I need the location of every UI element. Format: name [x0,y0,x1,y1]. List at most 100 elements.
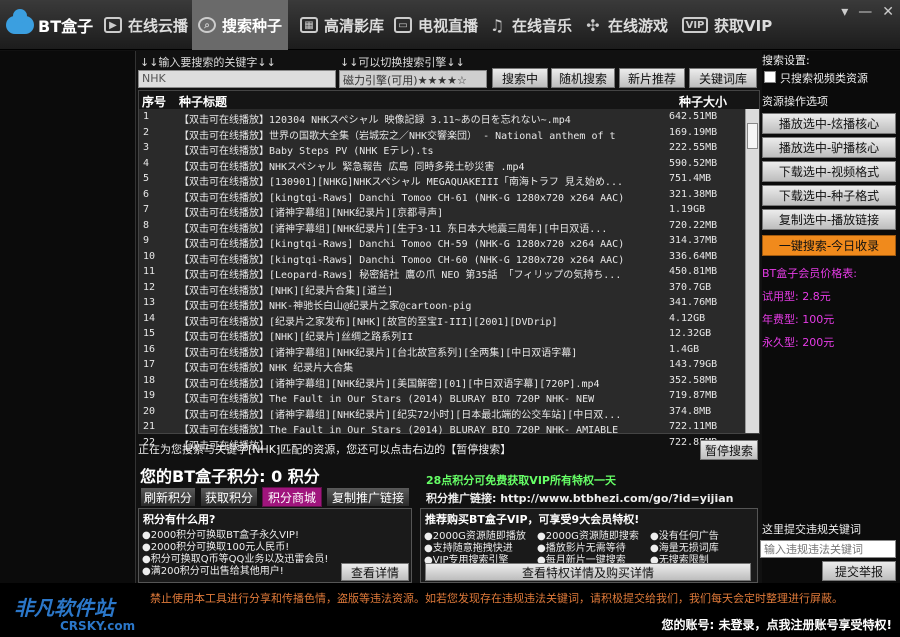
top-nav-bar: BT盒子 ▶ 在线云播 ⌕ 搜索种子 ▦ 高清影库 ▭ 电视直播 ♫ 在线音乐 ✣ 在线游戏… [0,0,900,50]
row-no: 13 [143,297,156,308]
random-search-button[interactable]: 随机搜索 [551,68,615,88]
close-icon[interactable]: ✕ [882,4,894,20]
download-video-button[interactable]: 下载选中-视频格式 [762,161,896,182]
table-row[interactable]: 7 【双击可在线播放】[诸神字幕组][NHK纪录片][京都寻声] 1.19GB [139,203,743,219]
table-row[interactable]: 19 【双击可在线播放】The Fault in Our Stars (2014)… [139,389,743,405]
table-row[interactable]: 6 【双击可在线播放】[kingtqi-Raws] Danchi Tomoo CH… [139,188,743,204]
table-row[interactable]: 14 【双击可在线播放】[纪录片之家发布][NHK][故宫的至宝I-III][20… [139,312,743,328]
row-title: 【双击可在线播放】[诸神字幕组][NHK纪录片][纪实72小时][日本最北端的公… [179,409,622,421]
price-annual: 年费型: 100元 [762,313,835,326]
table-row[interactable]: 15 【双击可在线播放】[NHK][纪录片]丝绸之路系列II 12.32GB [139,327,743,343]
row-size: 1.4GB [669,343,700,355]
points-mall-button[interactable]: 积分商城 [262,487,322,507]
copy-promo-link-button[interactable]: 复制推广链接 [326,487,410,507]
row-no: 19 [143,390,156,401]
play-selected-xuanbo-button[interactable]: 播放选中-炫播核心 [762,113,896,134]
row-no: 16 [143,343,156,355]
row-no: 9 [143,235,150,246]
tab-label: 电视直播 [418,16,479,35]
report-keyword-input[interactable] [760,540,896,558]
row-no: 15 [143,328,156,339]
tab-cloud-play[interactable]: ▶ 在线云播 [98,0,194,50]
view-vip-details-button[interactable]: 查看特权详情及购买详情 [425,563,751,581]
table-row[interactable]: 10 【双击可在线播放】[kingtqi-Raws] Danchi Tomoo C… [139,250,743,266]
row-title: 【双击可在线播放】[kingtqi-Raws] Danchi Tomoo CH-… [179,192,625,204]
table-row[interactable]: 21 【双击可在线播放】The Fault in Our Stars (2014)… [139,420,743,436]
pinwheel-icon: ✣ [586,15,600,35]
promo-link[interactable]: 积分推广链接: http://www.btbhezi.com/go/?id=yi… [426,490,733,506]
table-row[interactable]: 12 【双击可在线播放】[NHK][纪录片合集][道兰] 370.7GB [139,281,743,297]
row-size: 751.4MB [669,173,712,184]
keyword-library-button[interactable]: 关键词库 [689,68,757,88]
price-lifetime: 永久型: 200元 [762,336,835,349]
row-no: 20 [143,405,156,417]
one-click-search-today-button[interactable]: 一键搜索-今日收录 [762,235,896,256]
search-icon: ⌕ [198,17,216,33]
table-row[interactable]: 4 【双击可在线播放】NHKスペシャル 緊急報告 広島 同時多発土砂災害 .mp4… [139,157,743,173]
table-row[interactable]: 20 【双击可在线播放】[诸神字幕组][NHK纪录片][纪实72小时][日本最北端… [139,405,743,421]
table-row[interactable]: 18 【双击可在线播放】[诸神字幕组][NHK纪录片][美国解密][01][中日双… [139,374,743,390]
music-icon: ♫ [489,15,505,35]
engine-select[interactable]: 磁力引擎(可用)★★★★☆ [339,70,487,88]
copy-play-link-button[interactable]: 复制选中-播放链接 [762,209,896,230]
download-torrent-button[interactable]: 下载选中-种子格式 [762,185,896,206]
tab-tv-live[interactable]: ▭ 电视直播 [388,0,484,50]
tab-online-game[interactable]: ✣ 在线游戏 [578,0,674,50]
tab-hd-library[interactable]: ▦ 高清影库 [294,0,390,50]
table-row[interactable]: 9 【双击可在线播放】[kingtqi-Raws] Danchi Tomoo CH… [139,234,743,250]
row-size: 143.79GB [669,359,718,370]
results-table: 序号 种子标题 种子大小 1 【双击可在线播放】120304 NHKスペシャル 映… [138,90,760,451]
left-panel [0,51,136,583]
video-only-label: 只搜索视频类资源 [780,72,868,85]
vip-icon: VIP [682,17,708,33]
watermark-logo: 非凡软件站 [14,596,114,620]
pause-search-button[interactable]: 暂停搜索 [700,440,758,460]
row-no: 2 [143,126,150,138]
video-only-checkbox[interactable] [764,71,776,83]
app-logo-text: BT盒子 [38,17,94,36]
row-size: 4.12GB [669,312,706,324]
row-title: 【双击可在线播放】NHK 纪录片大合集 [179,363,354,374]
minimize-icon[interactable]: — [858,4,872,20]
vip-benefits-title: 推荐购买BT盒子VIP，可享受9大会员特权! [425,513,640,526]
tab-get-vip[interactable]: VIP 获取VIP [676,0,778,50]
tab-label: 高清影库 [324,16,385,35]
get-points-button[interactable]: 获取积分 [200,487,258,507]
refresh-points-button[interactable]: 刷新积分 [140,487,196,507]
tab-online-music[interactable]: ♫ 在线音乐 [482,0,578,50]
tab-label: 在线游戏 [608,16,669,35]
engine-hint: ↓↓可以切换搜索引擎↓↓ [340,56,465,69]
header-title: 种子标题 [179,95,228,109]
row-title: 【双击可在线播放】[NHK][纪录片合集][道兰] [179,285,394,297]
table-row[interactable]: 1 【双击可在线播放】120304 NHKスペシャル 映像記録 3.11~あの日を… [139,110,743,126]
table-row[interactable]: 16 【双击可在线播放】[诸神字幕组][NHK纪录片][台北故宫系列][全两集][… [139,343,743,359]
tab-search-seed[interactable]: ⌕ 搜索种子 [192,0,289,50]
row-title: 【双击可在线播放】[诸神字幕组][NHK纪录片][京都寻声] [179,208,444,219]
play-selected-lvbo-button[interactable]: 播放选中-驴播核心 [762,137,896,158]
report-label: 这里提交违规关键词 [762,523,861,536]
table-row[interactable]: 2 【双击可在线播放】世界の国歌大全集（岩城宏之／NHK交響楽団） - Natio… [139,126,743,142]
row-size: 1.19GB [669,204,706,215]
account-status-link[interactable]: 您的账号: 未登录，点我注册账号享受特权! [662,616,892,633]
table-row[interactable]: 5 【双击可在线播放】[130901][NHKG]NHKスペシャル MEGAQUA… [139,172,743,188]
table-row[interactable]: 17 【双击可在线播放】NHK 纪录片大合集 143.79GB [139,358,743,374]
table-row[interactable]: 13 【双击可在线播放】NHK-神驰长白山@纪录片之家@cartoon-pig 34… [139,296,743,312]
table-row[interactable]: 11 【双击可在线播放】[Leopard-Raws] 秘密結社 鷹の爪 NEO 第… [139,265,743,281]
new-films-button[interactable]: 新片推荐 [619,68,685,88]
table-row[interactable]: 3 【双击可在线播放】Baby Steps PV (NHK Eテレ).ts 222.… [139,141,743,157]
scroll-thumb[interactable] [747,123,758,149]
row-size: 722.11MB [669,421,718,432]
searching-button[interactable]: 搜索中 [492,68,548,88]
row-title: 【双击可在线播放】[130901][NHKG]NHKスペシャル MEGAQUAK… [179,177,623,188]
table-row[interactable]: 8 【双击可在线播放】[诸神字幕组][NHK纪录片][生于3·11 东日本大地震三… [139,219,743,235]
points-uses-box: 积分有什么用? ●2000积分可换取BT盒子永久VIP! ●2000积分可换取1… [138,508,412,583]
row-title: 【双击可在线播放】世界の国歌大全集（岩城宏之／NHK交響楽団） - Nation… [179,130,616,142]
row-size: 169.19MB [669,126,718,138]
view-details-button[interactable]: 查看详情 [341,563,409,581]
row-size: 321.38MB [669,188,718,200]
table-scrollbar[interactable] [745,109,759,433]
submit-report-button[interactable]: 提交举报 [822,561,896,581]
keyword-input[interactable]: NHK [138,70,336,88]
row-title: 【双击可在线播放】[诸神字幕组][NHK纪录片][美国解密][01][中日双语字… [179,378,600,390]
menu-icon[interactable]: ▾ [841,4,848,20]
